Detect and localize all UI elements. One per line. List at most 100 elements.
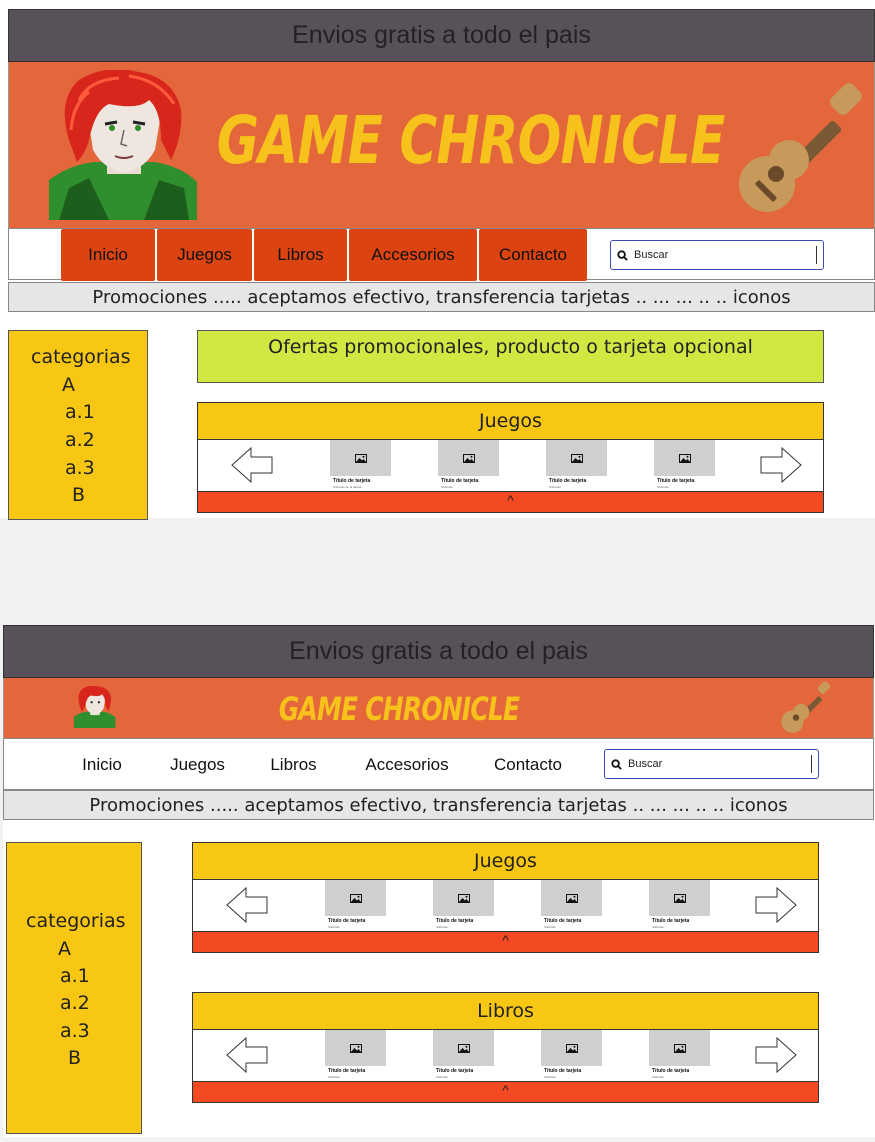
card-title: Título de tarjeta (544, 918, 582, 924)
nav-inicio[interactable]: Inicio (56, 739, 148, 791)
nav-contacto[interactable]: Contacto (474, 739, 582, 791)
offers-text: Ofertas promocionales, producto o tarjet… (268, 336, 753, 358)
card-title: Título de tarjeta (333, 478, 371, 484)
site-logo[interactable]: GAME CHRONICLE (217, 102, 726, 179)
card[interactable]: Título de tarjeta Subtítulo (433, 880, 494, 932)
category-item[interactable]: A (62, 374, 75, 396)
main-nav: Inicio Juegos Libros Accesorios Contacto… (3, 738, 874, 790)
card-title: Título de tarjeta (544, 1068, 582, 1074)
category-item[interactable]: A (58, 938, 71, 960)
promo-text: Promociones ..... aceptamos efectivo, tr… (89, 794, 788, 816)
image-placeholder-icon (541, 880, 602, 916)
card[interactable]: Título de tarjeta Subtítulo (325, 1030, 386, 1082)
card[interactable]: Título de tarjeta Subtítulo (649, 880, 710, 932)
site-logo[interactable]: GAME CHRONICLE (263, 690, 536, 728)
offers-banner[interactable]: Ofertas promocionales, producto o tarjet… (197, 330, 824, 383)
free-shipping-text: Envios gratis a todo el pais (292, 21, 591, 49)
card-title: Título de tarjeta (657, 478, 695, 484)
image-placeholder-icon (649, 1030, 710, 1066)
arrow-left-icon[interactable] (231, 447, 273, 483)
card[interactable]: Título de tarjeta Subtítulo (546, 440, 607, 492)
free-shipping-bar: Envios gratis a todo el pais (8, 9, 875, 62)
card[interactable]: Título de tarjeta Subtítulo (654, 440, 715, 492)
search-input[interactable]: Buscar (604, 749, 819, 779)
nav-juegos[interactable]: Juegos (157, 229, 252, 281)
nav-libros[interactable]: Libros (254, 229, 347, 281)
free-shipping-text: Envios gratis a todo el pais (289, 637, 588, 665)
arrow-right-icon[interactable] (760, 447, 802, 483)
card[interactable]: Título de tarjeta Subtítulo (433, 1030, 494, 1082)
category-item[interactable]: B (68, 1047, 81, 1069)
carousel-libros: Libros Título de tarjeta Subtítulo Títul… (192, 992, 819, 1103)
category-item[interactable]: a.3 (65, 457, 95, 479)
card-title: Título de tarjeta (652, 918, 690, 924)
card-title: Título de tarjeta (328, 1068, 366, 1074)
card-subtitle: Subtítulo (441, 485, 453, 489)
carousel-footer[interactable]: ^ (193, 1081, 818, 1102)
promo-text: Promociones ..... aceptamos efectivo, tr… (92, 286, 791, 308)
card[interactable]: Título de tarjeta Subtítulo (541, 880, 602, 932)
arrow-right-icon[interactable] (755, 1037, 797, 1073)
nav-libros[interactable]: Libros (247, 739, 340, 791)
carousel-title: Juegos (198, 403, 823, 440)
search-icon (617, 249, 628, 261)
search-input[interactable]: Buscar (610, 240, 824, 270)
avatar-illustration (49, 70, 197, 220)
expand-caret: ^ (507, 492, 514, 508)
guitar-icon (739, 83, 862, 212)
category-item[interactable]: a.2 (65, 429, 95, 451)
card-subtitle: Subtítulo (328, 925, 340, 929)
image-placeholder-icon (546, 440, 607, 476)
card-title: Título de tarjeta (441, 478, 479, 484)
image-placeholder-icon (654, 440, 715, 476)
card[interactable]: Título de tarjeta Subtítulo (438, 440, 499, 492)
expand-caret: ^ (502, 932, 509, 948)
category-item[interactable]: a.3 (60, 1020, 90, 1042)
carousel-juegos: Juegos Título de tarjeta Subtítulo Títul… (192, 842, 819, 953)
arrow-right-icon[interactable] (755, 887, 797, 923)
nav-juegos[interactable]: Juegos (150, 739, 245, 791)
category-item[interactable]: B (72, 484, 85, 506)
card[interactable]: Título de tarjeta Subtítulo (649, 1030, 710, 1082)
search-icon (611, 758, 622, 770)
site-header: GAME CHRONICLE (8, 62, 875, 228)
mockup-1: Envios gratis a todo el pais GAME CHRONI… (0, 0, 875, 520)
carousel-footer[interactable]: ^ (198, 491, 823, 512)
search-placeholder: Buscar (628, 758, 663, 770)
categories-title: categorias (26, 910, 126, 932)
carousel-title: Juegos (193, 843, 818, 880)
free-shipping-bar: Envios gratis a todo el pais (3, 625, 874, 678)
card-subtitle: Subtítulo (436, 1075, 448, 1079)
arrow-left-icon[interactable] (226, 1037, 268, 1073)
nav-accesorios[interactable]: Accesorios (342, 739, 472, 791)
card-subtitle: Subtítulo de la tarjeta (333, 485, 362, 489)
card-title: Título de tarjeta (436, 1068, 474, 1074)
carousel-footer[interactable]: ^ (193, 931, 818, 952)
card-subtitle: Subtítulo (544, 925, 556, 929)
nav-inicio[interactable]: Inicio (61, 229, 155, 281)
nav-contacto[interactable]: Contacto (479, 229, 587, 281)
image-placeholder-icon (649, 880, 710, 916)
image-placeholder-icon (325, 1030, 386, 1066)
arrow-left-icon[interactable] (226, 887, 268, 923)
card-subtitle: Subtítulo (328, 1075, 340, 1079)
category-item[interactable]: a.1 (65, 401, 95, 423)
mockup-2: Envios gratis a todo el pais GAME CHRONI… (3, 625, 875, 1137)
card-title: Título de tarjeta (436, 918, 474, 924)
carousel-juegos: Juegos Título de tarjeta Subtítulo de la… (197, 402, 824, 513)
text-cursor (816, 246, 817, 264)
category-item[interactable]: a.1 (60, 965, 90, 987)
card-subtitle: Subtítulo (436, 925, 448, 929)
expand-caret: ^ (502, 1082, 509, 1098)
main-nav: Inicio Juegos Libros Accesorios Contacto… (8, 228, 875, 281)
nav-accesorios[interactable]: Accesorios (349, 229, 477, 281)
image-placeholder-icon (541, 1030, 602, 1066)
category-item[interactable]: a.2 (60, 992, 90, 1014)
categories-panel: categorias A a.1 a.2 a.3 B (6, 842, 142, 1134)
search-placeholder: Buscar (634, 249, 669, 261)
categories-title: categorias (31, 346, 131, 368)
card[interactable]: Título de tarjeta Subtítulo (325, 880, 386, 932)
card-title: Título de tarjeta (328, 918, 366, 924)
card[interactable]: Título de tarjeta Subtítulo (541, 1030, 602, 1082)
card[interactable]: Título de tarjeta Subtítulo de la tarjet… (330, 440, 391, 492)
